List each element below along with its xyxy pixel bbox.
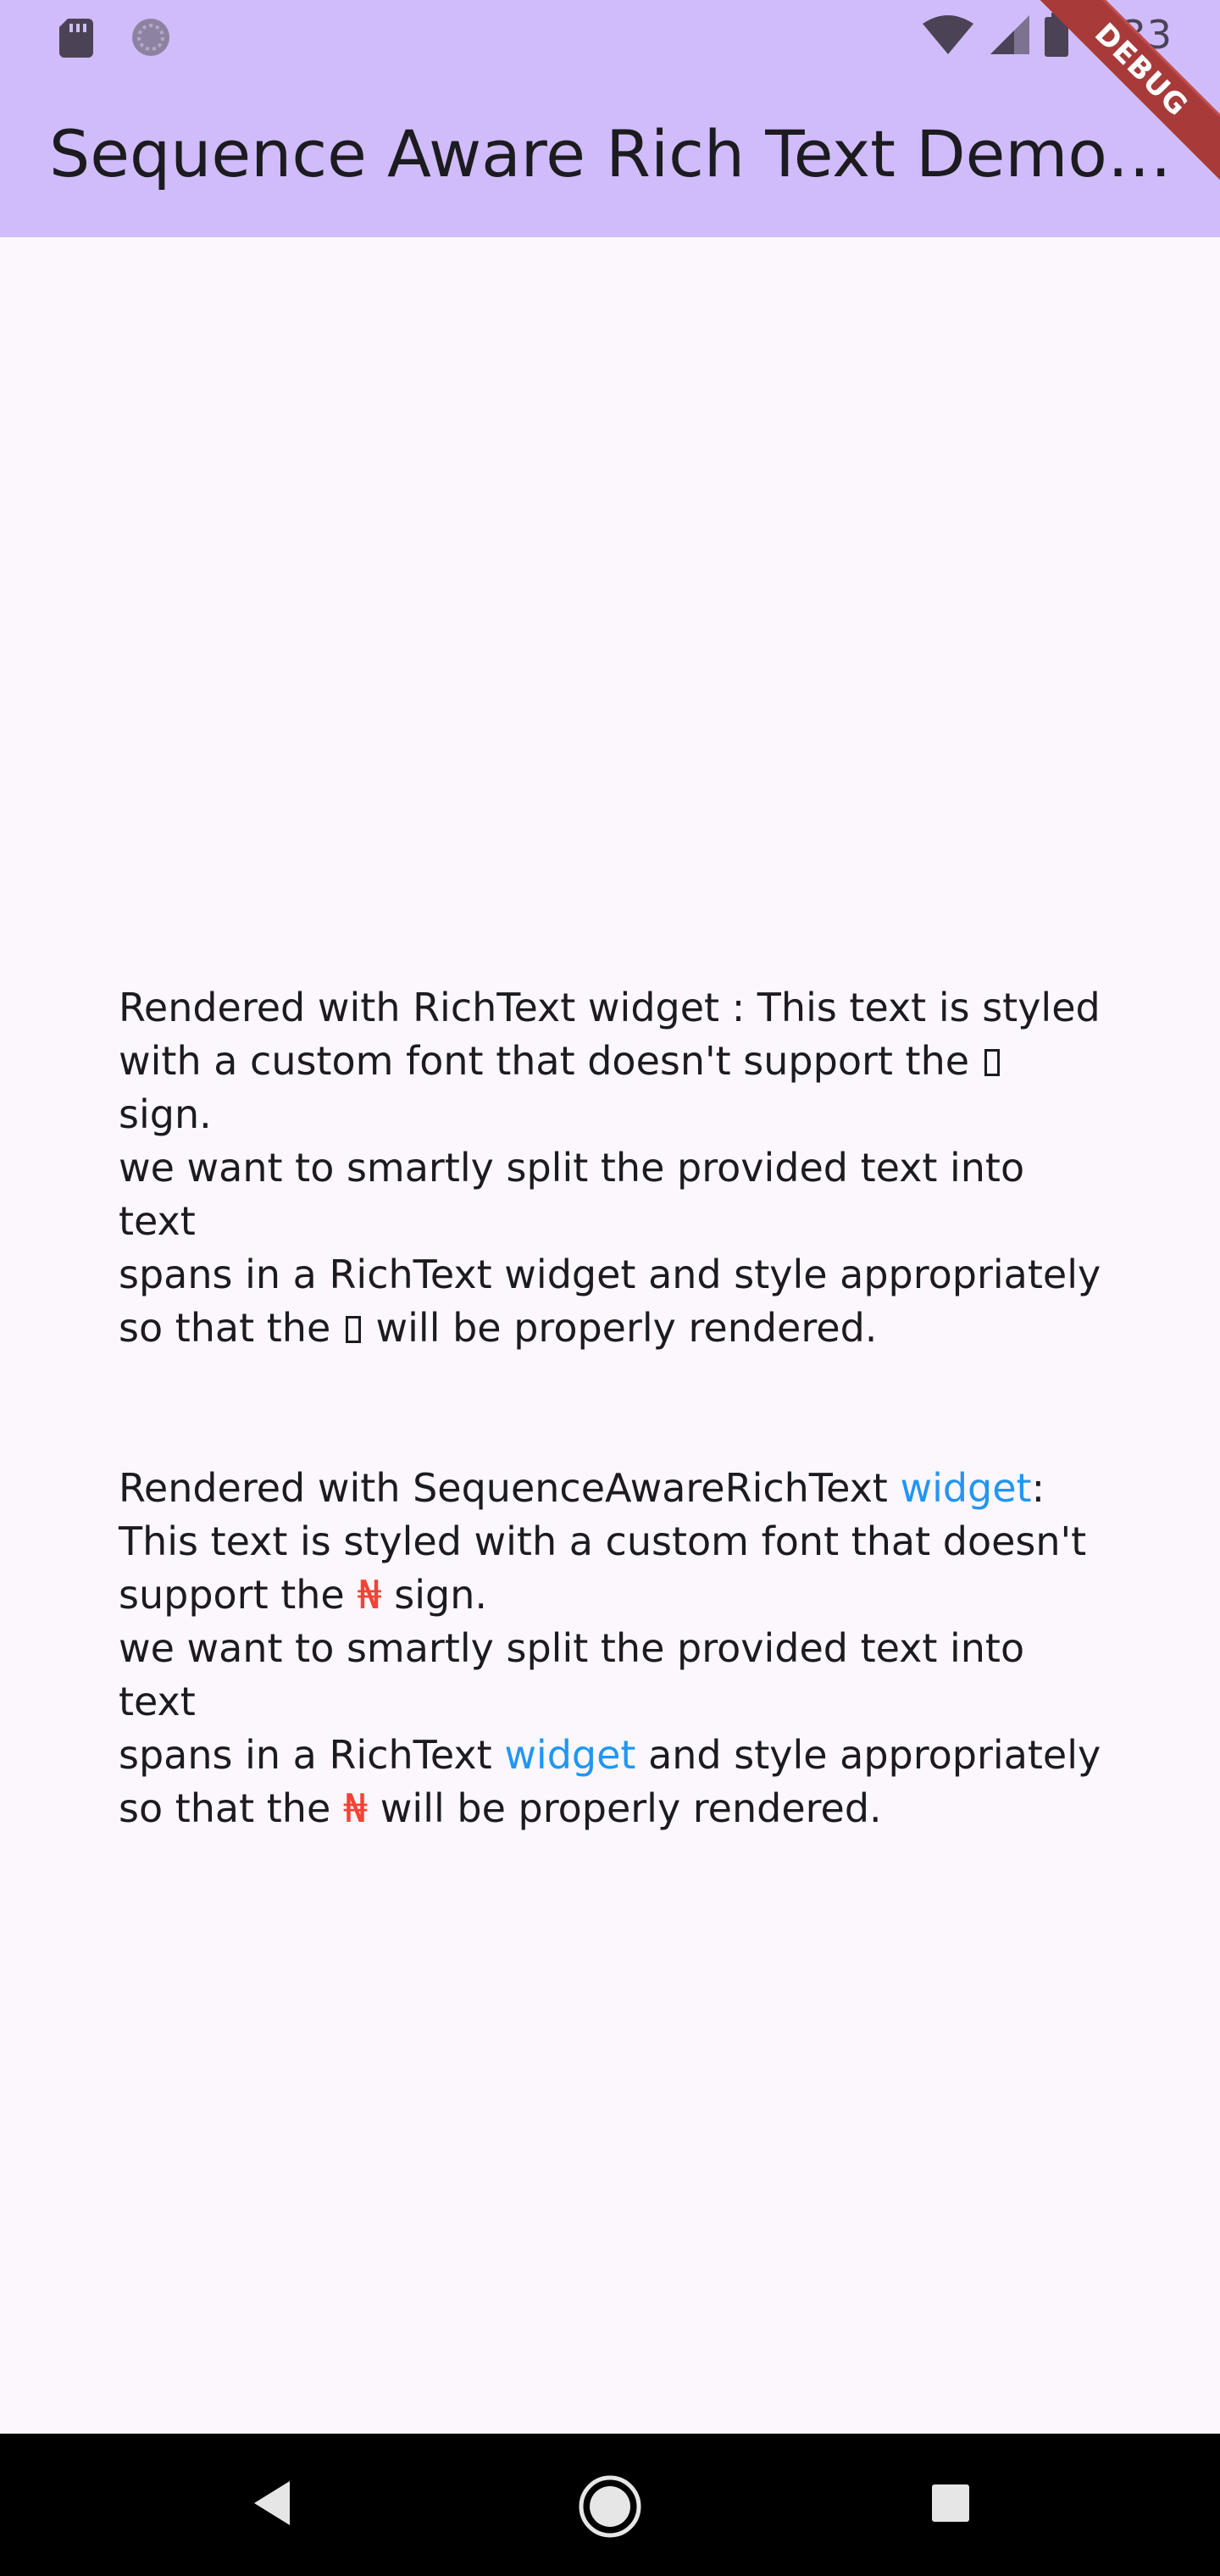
richtext-paragraph: Rendered with RichText widget : This tex… — [119, 981, 1101, 1355]
missing-glyph-box — [984, 1049, 1000, 1076]
widget-highlight: widget — [504, 1732, 636, 1778]
richtext-line: we want to smartly split the provided te… — [119, 1145, 1037, 1244]
recents-square-icon[interactable] — [925, 2474, 976, 2532]
naira-sign: ₦ — [357, 1572, 382, 1618]
wifi-icon — [922, 15, 973, 54]
richtext-line: sign. — [119, 1091, 212, 1137]
page-title: Sequence Aware Rich Text Demo Ho… — [49, 116, 1176, 192]
sequence-text-segment: will be properly rendered. — [368, 1785, 882, 1831]
sequence-aware-paragraph: Rendered with SequenceAwareRichText widg… — [119, 1462, 1101, 1835]
sync-icon — [132, 19, 169, 56]
widget-highlight: widget — [900, 1465, 1032, 1511]
main-content: Rendered with RichText widget : This tex… — [119, 981, 1101, 1835]
naira-sign: ₦ — [342, 1785, 369, 1831]
missing-glyph-box — [345, 1316, 361, 1343]
richtext-line: will be properly rendered. — [375, 1305, 878, 1351]
status-bar-left — [58, 15, 173, 59]
richtext-line: so that the — [119, 1305, 331, 1351]
richtext-line: with a custom font that doesn't support … — [119, 1038, 970, 1084]
system-nav-bar — [0, 2434, 1220, 2576]
home-circle-icon[interactable] — [578, 2474, 642, 2539]
back-triangle-icon[interactable] — [246, 2474, 297, 2532]
cell-signal-icon — [990, 15, 1029, 54]
sd-card-icon — [59, 19, 93, 58]
richtext-line: spans in a RichText widget and style app… — [119, 1252, 1101, 1297]
sequence-text-segment: Rendered with SequenceAwareRichText — [119, 1465, 901, 1511]
richtext-line: Rendered with RichText widget : This tex… — [119, 985, 1101, 1030]
app-bar: 7:33 Sequence Aware Rich Text Demo Ho… D… — [0, 0, 1220, 237]
